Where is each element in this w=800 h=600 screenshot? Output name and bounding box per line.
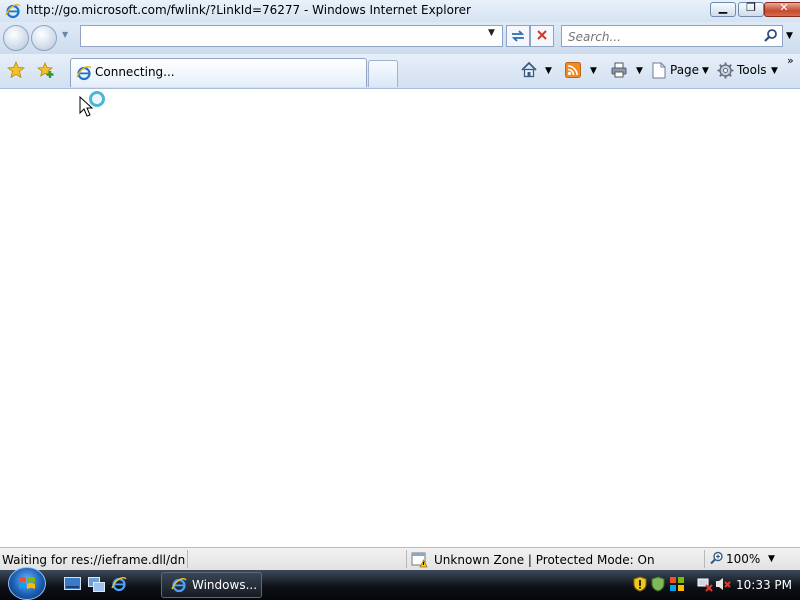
windows-logo-icon — [19, 577, 35, 589]
zoom-icon[interactable] — [710, 551, 724, 565]
favorites-center-icon[interactable] — [7, 61, 25, 79]
busy-cursor-icon — [79, 91, 105, 117]
refresh-icon — [511, 30, 525, 42]
show-desktop-icon[interactable] — [64, 577, 81, 592]
internet-explorer-icon — [76, 66, 92, 81]
forward-button[interactable] — [31, 25, 57, 51]
status-divider — [406, 550, 407, 568]
windows-update-icon[interactable] — [669, 576, 685, 592]
page-menu-label: Page — [670, 63, 700, 77]
tools-menu-label: Tools — [737, 63, 767, 77]
restore-button[interactable]: ❐ — [738, 1, 764, 17]
status-divider — [704, 550, 705, 568]
search-options-icon[interactable]: ▼ — [786, 31, 793, 41]
status-bar: Waiting for res://ieframe.dll/dnserr Unk… — [0, 547, 800, 570]
search-icon[interactable] — [763, 28, 779, 44]
security-center-icon[interactable] — [633, 576, 647, 592]
recent-pages-dropdown-icon[interactable]: ▼ — [62, 30, 68, 39]
tab-connecting[interactable]: Connecting... — [70, 58, 367, 87]
stop-button[interactable] — [530, 25, 554, 47]
taskbar-window-button[interactable]: Windows... — [161, 572, 262, 598]
search-input[interactable] — [566, 27, 760, 47]
new-tab-button[interactable] — [368, 60, 398, 87]
status-divider — [187, 550, 188, 568]
print-dropdown-icon[interactable]: ▼ — [636, 66, 643, 76]
internet-explorer-icon — [5, 4, 21, 19]
windows-defender-icon[interactable] — [651, 576, 665, 592]
page-icon — [652, 62, 666, 79]
print-icon[interactable] — [610, 61, 628, 79]
taskbar-window-label: Windows... — [192, 578, 258, 592]
page-menu[interactable]: Page ▼ — [650, 60, 716, 82]
close-button[interactable]: ✕ — [764, 1, 800, 17]
restore-icon: ❐ — [746, 1, 756, 14]
page-dropdown-icon: ▼ — [702, 66, 709, 76]
home-dropdown-icon[interactable]: ▼ — [545, 66, 552, 76]
address-dropdown-icon[interactable]: ▼ — [488, 28, 495, 38]
gear-icon — [717, 62, 734, 79]
zoom-dropdown-icon[interactable]: ▼ — [768, 554, 775, 564]
window-title: http://go.microsoft.com/fwlink/?LinkId=7… — [26, 3, 471, 17]
status-text: Waiting for res://ieframe.dll/dnserr — [2, 553, 185, 567]
back-button[interactable] — [3, 25, 29, 51]
system-clock[interactable]: 10:33 PM — [736, 578, 792, 592]
feeds-dropdown-icon[interactable]: ▼ — [590, 66, 597, 76]
internet-explorer-icon[interactable] — [111, 576, 127, 592]
tools-dropdown-icon: ▼ — [771, 66, 778, 76]
switch-windows-icon[interactable] — [88, 577, 105, 592]
internet-explorer-icon — [171, 578, 187, 593]
zoom-level[interactable]: 100% — [726, 552, 760, 566]
home-icon[interactable] — [520, 61, 538, 79]
toolbar-overflow-button[interactable]: » — [787, 54, 794, 67]
feeds-icon[interactable] — [565, 62, 581, 78]
tab-label: Connecting... — [95, 65, 175, 79]
minimize-button[interactable]: ▁ — [710, 1, 736, 17]
network-disconnected-icon[interactable] — [697, 576, 713, 592]
volume-muted-icon[interactable] — [715, 576, 731, 592]
zone-icon[interactable] — [411, 551, 428, 568]
security-zone-text[interactable]: Unknown Zone | Protected Mode: On — [434, 553, 655, 567]
address-bar[interactable] — [80, 25, 503, 47]
minimize-icon: ▁ — [718, 1, 728, 14]
start-button[interactable] — [8, 567, 46, 600]
refresh-button[interactable] — [506, 25, 530, 47]
search-box[interactable] — [561, 25, 783, 47]
tools-menu[interactable]: Tools ▼ — [716, 60, 782, 82]
add-to-favorites-icon[interactable] — [37, 61, 55, 79]
page-content[interactable] — [0, 89, 800, 547]
close-icon: ✕ — [779, 1, 789, 14]
stop-icon — [537, 30, 547, 40]
